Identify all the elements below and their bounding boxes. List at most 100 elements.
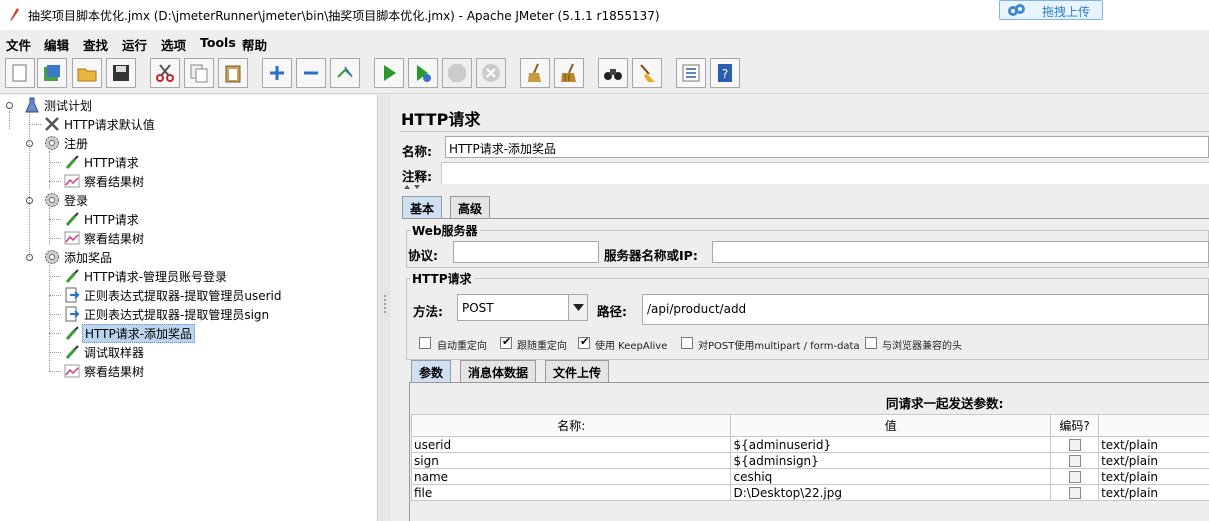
comment-label: 注释: [402,169,432,184]
search-button[interactable] [598,58,628,88]
list-icon [682,64,700,82]
pipette-icon [65,269,79,283]
encode-cell[interactable] [1050,484,1100,501]
tab-body-data[interactable]: 消息体数据 [460,360,537,382]
content-type-cell[interactable]: text/plain [1098,484,1209,501]
name-input[interactable]: HTTP请求-添加奖品 [445,136,1209,158]
menu-options[interactable]: 选项 [161,35,186,54]
save-button[interactable] [106,58,136,88]
menu-help[interactable]: 帮助 [242,35,267,54]
panel-splitter[interactable] [379,95,391,521]
content-type-cell[interactable]: text/plain [1098,436,1209,453]
encode-checkbox[interactable] [1068,487,1081,499]
start-no-pause-button[interactable] [408,58,438,88]
stop-button[interactable] [442,58,472,88]
encode-cell[interactable] [1050,436,1100,453]
new-icon [12,64,27,82]
column-header-value[interactable]: 值 [730,414,1052,437]
tab-files-upload[interactable]: 文件上传 [545,360,610,382]
open-button[interactable] [72,58,102,88]
collapse-toggle-icon[interactable] [25,196,34,205]
method-value: POST [462,301,494,315]
param-name-cell[interactable]: name [410,468,732,485]
tree-node-label: 注册 [64,137,89,151]
encode-checkbox[interactable] [1068,455,1081,467]
multipart-checkbox[interactable] [681,337,693,349]
collapse-toggle-icon[interactable] [5,101,14,110]
multipart-label: 对POST使用multipart / form-data [698,341,860,352]
start-icon [384,65,396,81]
browser-headers-checkbox[interactable] [865,337,877,349]
protocol-input[interactable] [453,241,599,263]
content-type-cell[interactable]: text/plain [1098,468,1209,485]
tab-parameters[interactable]: 参数 [411,360,452,382]
param-value-cell[interactable]: ${adminsign} [730,452,1052,469]
menu-edit[interactable]: 编辑 [44,35,69,54]
param-value-cell[interactable]: ceshiq [730,468,1052,485]
cut-button[interactable] [150,58,180,88]
encode-cell[interactable] [1050,452,1100,469]
comment-input[interactable] [441,162,1209,184]
tree-node-label: HTTP请求-添加奖品 [82,324,196,343]
menu-bar: 文件 编辑 查找 运行 选项 Tools 帮助 [0,30,1209,54]
clear-button[interactable] [520,58,550,88]
encode-checkbox[interactable] [1068,471,1081,483]
drag-upload-button[interactable]: 拖拽上传 [999,0,1103,20]
server-input[interactable] [712,241,1209,263]
tree-node-label: HTTP请求默认值 [64,118,155,132]
collapse-toggle-icon[interactable] [25,139,34,148]
function-helper-button[interactable] [676,58,706,88]
table-row[interactable]: sign ${adminsign} text/plain [410,452,1209,469]
follow-redirects-label: 跟随重定向 [517,341,567,352]
tab-basic[interactable]: 基本 [402,196,443,218]
chart-icon [64,174,80,188]
chevron-down-icon [573,304,584,311]
follow-redirects-checkbox[interactable] [500,335,512,349]
menu-search[interactable]: 查找 [83,35,108,54]
menu-run[interactable]: 运行 [122,35,147,54]
help-button[interactable]: ? [710,58,740,88]
reset-search-button[interactable] [632,58,662,88]
table-row[interactable]: userid ${adminuserid} text/plain [410,436,1209,453]
param-value-cell[interactable]: D:\Desktop\22.jpg [730,484,1052,501]
method-dropdown-button[interactable] [568,295,587,320]
extractor-arrow-icon [65,306,80,322]
clear-all-button[interactable] [554,58,584,88]
keepalive-label: 使用 KeepAlive [595,341,668,352]
column-header-encode[interactable]: 编码? [1050,414,1100,437]
path-input[interactable]: /api/product/add [642,294,1209,325]
copy-button[interactable] [184,58,214,88]
collapse-arrows-icon[interactable] [403,184,423,190]
param-name-cell[interactable]: userid [410,436,732,453]
shutdown-button[interactable] [476,58,506,88]
templates-button[interactable] [37,58,67,88]
param-name-cell[interactable]: file [410,484,732,501]
content-type-cell[interactable]: text/plain [1098,452,1209,469]
param-name-cell[interactable]: sign [410,452,732,469]
panel-title: HTTP请求 [401,110,481,129]
web-server-group-title: Web服务器 [410,222,480,239]
encode-checkbox[interactable] [1068,439,1081,451]
auto-redirect-checkbox[interactable] [419,337,431,349]
keepalive-checkbox[interactable] [578,335,590,349]
column-header-name[interactable]: 名称: [410,414,732,437]
menu-file[interactable]: 文件 [6,35,31,54]
column-header-content-type[interactable] [1098,414,1209,437]
tree-node-label: 测试计划 [44,99,93,113]
chart-icon [64,231,80,245]
start-button[interactable] [374,58,404,88]
expand-all-button[interactable] [262,58,292,88]
toggle-button[interactable] [330,58,360,88]
table-row[interactable]: name ceshiq text/plain [410,468,1209,485]
new-button[interactable] [5,58,35,88]
table-row[interactable]: file D:\Desktop\22.jpg text/plain [410,484,1209,501]
tree-node-label: HTTP请求 [84,213,139,227]
encode-cell[interactable] [1050,468,1100,485]
menu-tools[interactable]: Tools [200,35,236,50]
collapse-all-button[interactable] [296,58,326,88]
tab-advanced[interactable]: 高级 [450,196,491,218]
param-value-cell[interactable]: ${adminuserid} [730,436,1052,453]
collapse-icon [304,71,318,75]
paste-button[interactable] [218,58,248,88]
collapse-toggle-icon[interactable] [25,253,34,262]
